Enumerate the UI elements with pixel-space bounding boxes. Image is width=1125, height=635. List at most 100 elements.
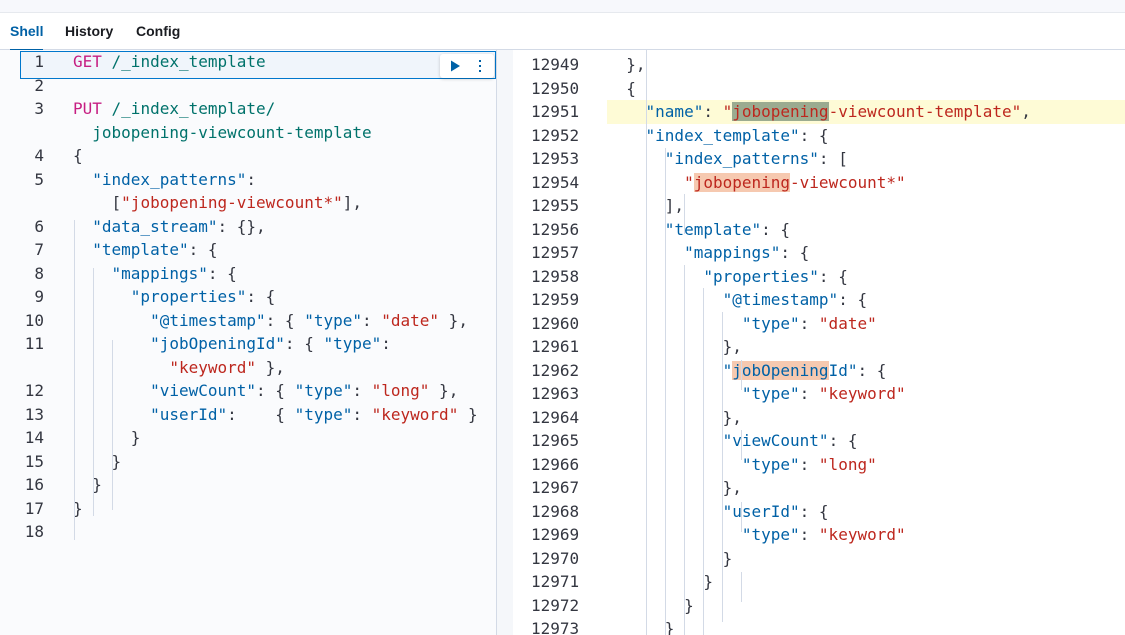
code-token: "type" [294,404,353,424]
line-number: 12969 [531,525,580,544]
code-token: "long" [818,454,877,474]
code-token: "type" [323,334,382,353]
line-number [0,121,44,145]
match-highlight: jobopening [732,102,829,121]
code-token: "userId" [150,404,228,424]
tab-history[interactable]: History [65,13,113,50]
line-number: 12971 [531,572,580,591]
indent-guide [646,50,647,635]
top-strip [0,0,1125,13]
code-token: : [799,384,819,403]
tab-shell[interactable]: Shell [10,13,44,51]
line-number: 18 [24,522,44,541]
code-token: : { [256,381,295,400]
code-token: "@timestamp" [722,290,839,309]
code-token: "type" [294,381,353,400]
line-number: 12962 [531,360,580,380]
line-number: 12961 [531,337,580,356]
code-token: }, [256,357,285,377]
code-token: -viewcount*" [790,172,906,192]
indent-guide [741,430,742,460]
code-token: : { [761,219,791,239]
code-token: : { [246,287,276,306]
code-token: : [352,404,372,424]
code-token: : [361,310,382,330]
code-token: } [458,404,478,424]
code-token: } [607,595,694,615]
code-line: } [607,570,713,594]
code-line: "jobopening-viewcount*" [607,171,906,195]
code-token: "type" [304,310,362,330]
code-token: "index_template" [645,125,800,145]
line-number: 13 [24,404,44,424]
line-number: 12953 [531,149,580,168]
code-line: }, [607,53,646,77]
line-number: 12970 [531,548,580,568]
line-number: 16 [24,475,44,494]
line-number: 12963 [531,384,580,403]
code-token: } [607,572,713,591]
indent-guide [93,268,94,516]
indent-guide [741,360,742,390]
code-token: "type" [741,454,800,474]
line-number: 12954 [531,172,580,192]
code-token: : { [188,240,218,259]
code-line: jobopening-viewcount-template [73,121,372,145]
play-icon[interactable] [447,58,463,74]
code-token: "mappings" [684,243,781,262]
indent-guide [112,340,113,510]
code-token: GET [73,52,102,71]
tab-config[interactable]: Config [136,13,180,50]
line-number: 12967 [531,478,580,497]
line-number: 12968 [531,501,580,521]
code-token: -viewcount-template" [828,102,1022,121]
code-token: "viewCount" [722,431,829,450]
code-token: : [799,525,819,544]
line-number: 12972 [531,595,580,615]
code-token: : { [780,243,810,262]
code-token: PUT [73,99,102,118]
more-vertical-icon[interactable] [472,58,488,74]
code-line: PUT /_index_template/ [73,97,275,121]
pane-splitter[interactable] [497,50,513,635]
code-token: jobopening-viewcount-template [73,122,372,142]
line-number: 11 [24,334,44,353]
code-line: "viewCount": { [607,429,858,453]
line-number: 12973 [531,619,580,635]
line-number: 12957 [531,243,580,262]
indent-guide [684,194,685,234]
code-token: ], [342,193,362,212]
request-editor[interactable]: 1 2 3 4 5 6 7 8 9 10 11 12 13 14 15 16 17 18 GET /_index_… [0,50,497,635]
line-number: 12951 [531,102,580,121]
code-line: "name": "jobopening-viewcount-template", [607,100,1125,124]
response-output[interactable]: 12949 12950 12951 12952 12953 12954 12955 12956… [513,50,1125,635]
code-line: "type": "keyword" [607,523,906,547]
code-line: "type": "date" [607,312,877,336]
code-token: }, [607,55,646,74]
code-token: "type" [741,525,800,544]
code-line: "jobOpeningId": { "type": [73,332,391,356]
code-token: "jobOpeningId" [150,334,285,353]
indent-guide [703,288,704,635]
code-line: "index_patterns": [73,168,256,192]
code-token: "keyword" [818,384,906,403]
code-token: : [381,334,391,353]
line-number: 12965 [531,431,580,450]
line-number: 12955 [531,196,580,215]
code-token: "index_patterns" [664,149,819,168]
code-line: "properties": { [607,265,848,289]
code-token: Id" [828,360,858,380]
match-highlight: jobopening [693,172,791,192]
code-token: "index_patterns" [92,169,247,189]
code-token: : { [207,263,237,283]
code-token: : [246,169,257,189]
code-token: "properties" [703,266,819,286]
